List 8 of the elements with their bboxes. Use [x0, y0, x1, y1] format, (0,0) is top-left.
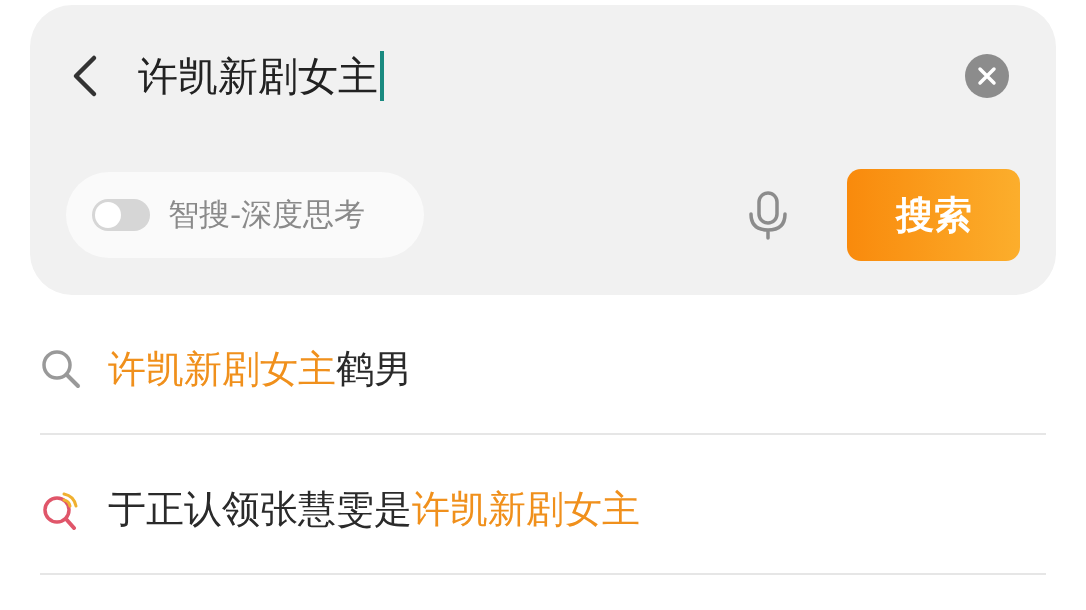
toggle-switch[interactable] — [92, 199, 150, 231]
suggestion-text[interactable]: 于正认领张慧雯是许凯新剧女主 — [108, 483, 640, 535]
toggle-label: 智搜-深度思考 — [168, 195, 366, 234]
suggestion-text[interactable]: 许凯新剧女主鹤男 — [108, 343, 412, 395]
microphone-icon[interactable] — [747, 190, 789, 240]
clear-icon[interactable] — [964, 53, 1010, 99]
search-input[interactable]: 许凯新剧女主 — [138, 48, 964, 104]
search-icon — [40, 348, 82, 390]
